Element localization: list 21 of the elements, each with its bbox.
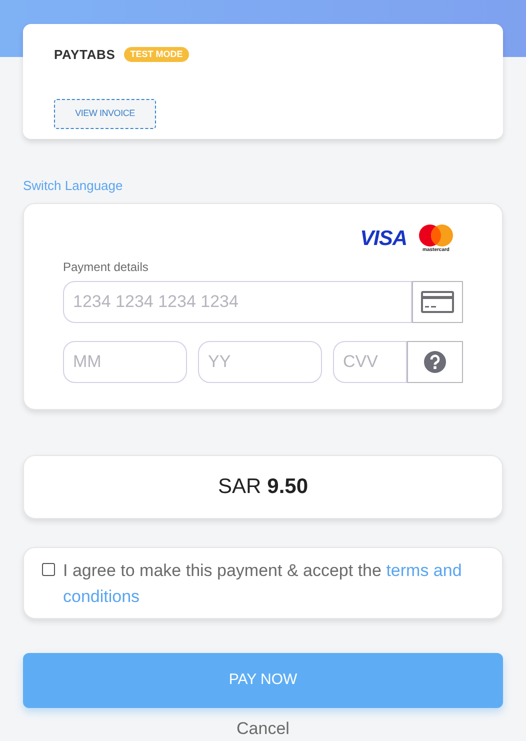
test-mode-badge: TEST MODE (124, 47, 189, 62)
card-number-field[interactable]: 1234 1234 1234 1234 (63, 281, 412, 323)
payment-details-label: Payment details (63, 260, 150, 274)
agreement-text: I agree to make this payment & accept the terms and conditions (63, 560, 463, 608)
cancel-link[interactable]: Cancel (236, 719, 290, 739)
pay-now-button[interactable]: PAY NOW (23, 653, 503, 708)
merchant-name: PAYTABS (54, 46, 116, 64)
currency-label: SAR (218, 474, 262, 500)
view-invoice-button[interactable]: VIEW INVOICE (54, 98, 156, 128)
visa-logo: VISA (360, 227, 407, 251)
card-icon (412, 281, 463, 323)
agree-checkbox[interactable] (42, 563, 55, 576)
terms-link[interactable]: conditions (63, 587, 140, 606)
month-field[interactable]: MM (63, 341, 187, 383)
amount-value: 9.50 (267, 474, 308, 500)
cvv-field[interactable]: CVV (333, 341, 407, 383)
question-icon (424, 351, 446, 373)
switch-language-link[interactable]: Switch Language (23, 178, 123, 194)
year-field[interactable]: YY (198, 341, 322, 383)
help-button[interactable] (407, 341, 463, 383)
terms-link[interactable]: terms and (386, 561, 462, 580)
